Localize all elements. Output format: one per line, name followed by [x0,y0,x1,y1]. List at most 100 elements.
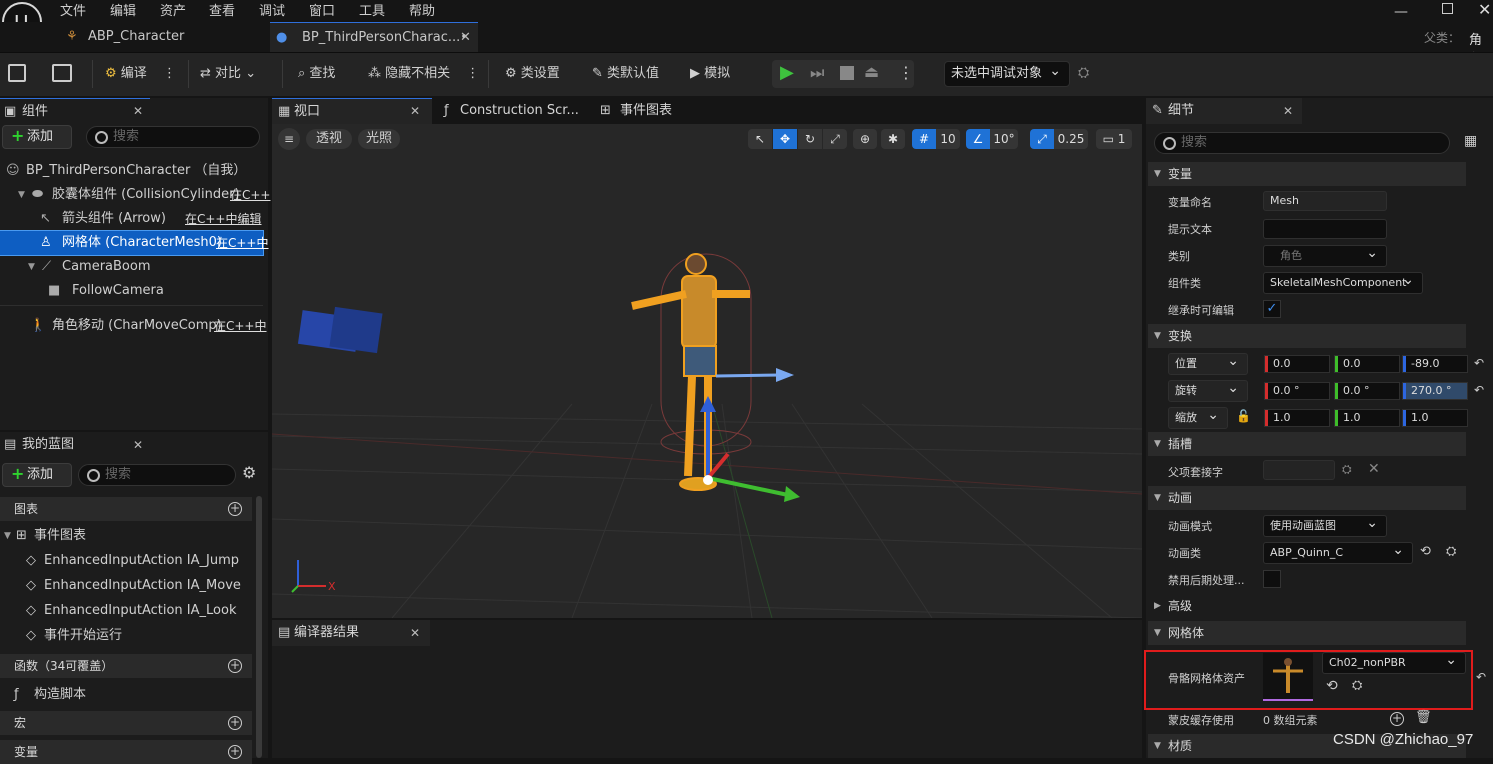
close-panel-icon[interactable]: ✕ [133,438,143,452]
close-panel-icon[interactable]: ✕ [1283,104,1293,118]
scale-y-input[interactable]: 1.0 [1334,409,1400,427]
simulate-button[interactable]: ▶ 模拟 [690,62,730,86]
reset-icon[interactable]: ↶ [1474,383,1484,397]
menu-tools[interactable]: 工具 [359,0,385,19]
angle-snap-icon[interactable]: ∠ [966,129,990,149]
trash-icon[interactable]: 🗑 [1415,710,1432,725]
camera-speed-button[interactable]: ▭ 1 [1096,129,1132,149]
step-icon[interactable]: ⏭ [810,63,824,83]
menu-view[interactable]: 查看 [209,0,235,19]
edit-in-cpp-link[interactable]: 在C++ [230,183,271,207]
editable-checkbox[interactable]: ✓ [1263,300,1281,318]
more-icon[interactable]: ⋮ [898,63,914,82]
details-search-input[interactable]: 搜索 [1154,132,1450,154]
edit-in-cpp-link[interactable]: 在C++中编辑 [185,207,262,231]
diff-button[interactable]: ⇄ 对比 ⌄ [200,62,256,86]
eject-icon[interactable]: ⏏ [864,62,879,81]
scale-snap-value[interactable]: 0.25 [1054,129,1088,149]
browse-socket-icon[interactable]: ⛭ [1342,462,1352,477]
class-defaults-button[interactable]: ✎ 类默认值 [592,62,659,86]
menu-window[interactable]: 窗口 [309,0,335,19]
event-item[interactable]: ◇ 事件开始运行 [0,624,122,648]
save-icon[interactable] [8,64,26,82]
event-graph-item[interactable]: ▼ ⊞ 事件图表 [0,524,86,548]
macros-section[interactable]: 宏 [0,711,252,735]
rotation-mode-select[interactable]: 旋转 [1168,378,1248,402]
close-tab-icon[interactable]: ✕ [410,626,420,640]
close-tab-icon[interactable]: ✕ [410,104,420,118]
tab-abp-character[interactable]: ⚘ ABP_Character [64,22,264,52]
add-variable-icon[interactable]: + [228,745,242,759]
grid-snap-value[interactable]: 10 [936,129,960,149]
find-button[interactable]: ⌕ 查找 [298,62,335,86]
compiler-results-tab[interactable]: ▤ 编译器结果 [272,620,430,646]
more-icon[interactable]: ⋮ [163,66,176,81]
browse-icon[interactable] [52,64,72,82]
select-icon[interactable]: ↖ [748,129,772,149]
components-tab[interactable]: ▣ 组件 [0,98,150,124]
more-icon[interactable]: ⋮ [466,66,479,81]
lock-icon[interactable]: 🔓 [1236,409,1251,423]
browse-icon[interactable]: ⛭ [1352,678,1362,693]
rotation-z-input[interactable]: 270.0 ° [1402,382,1468,400]
functions-section[interactable]: 函数（34可覆盖） [0,654,252,678]
variables-section[interactable]: 变量 [0,740,252,764]
stop-icon[interactable] [840,66,854,80]
details-tab[interactable]: ✎ 细节 [1146,98,1302,124]
angle-snap-value[interactable]: 10° [990,129,1018,149]
event-item[interactable]: ◇ EnhancedInputAction IA_Look [0,599,236,623]
tab-event-graph[interactable]: ⊞ 事件图表 [598,98,728,124]
menu-edit[interactable]: 编辑 [110,0,136,19]
reset-icon[interactable]: ↶ [1474,356,1484,370]
reset-icon[interactable]: ↶ [1476,670,1486,684]
location-z-input[interactable]: -89.0 [1402,355,1468,373]
surface-snap-icon[interactable]: ✱ [881,129,905,149]
location-y-input[interactable]: 0.0 [1334,355,1400,373]
settings-gear-icon[interactable]: ⚙ [242,463,256,482]
hide-unrelated-button[interactable]: ⁂ 隐藏不相关 ⋮ [368,62,479,86]
my-blueprint-tab[interactable]: ▤ 我的蓝图 [0,432,150,458]
component-class-select[interactable]: SkeletalMeshComponent [1263,270,1423,294]
scale-icon[interactable]: ⤢ [823,129,847,149]
event-item[interactable]: ◇ EnhancedInputAction IA_Move [0,574,241,598]
menu-help[interactable]: 帮助 [409,0,435,19]
close-panel-icon[interactable]: ✕ [133,104,143,118]
viewport-canvas[interactable]: X [272,124,1142,618]
viewport-menu-icon[interactable]: ≡ [278,128,300,150]
class-settings-button[interactable]: ⚙ 类设置 [505,62,560,86]
expand-icon[interactable]: ▼ [18,183,25,207]
section-variable[interactable]: 变量 [1148,162,1466,186]
menu-file[interactable]: 文件 [60,0,86,19]
rotate-icon[interactable]: ↻ [798,129,822,149]
section-mesh[interactable]: 网格体 [1148,621,1466,645]
add-function-icon[interactable]: + [228,659,242,673]
close-tab-icon[interactable]: ✕ [460,23,471,53]
mesh-thumbnail[interactable] [1263,653,1313,701]
scale-mode-select[interactable]: 缩放 [1168,405,1228,429]
tree-item-cameraboom[interactable]: ▼ ⟋ CameraBoom [0,255,263,279]
menu-asset[interactable]: 资产 [160,0,186,19]
tree-item-root[interactable]: ☺ BP_ThirdPersonCharacter （自我） [0,159,263,183]
tab-bp-thirdperson[interactable]: ● BP_ThirdPersonCharac...• ✕ [270,22,478,52]
add-button[interactable]: 添加 [2,463,72,487]
translate-icon[interactable]: ✥ [773,129,797,149]
components-search-input[interactable]: 搜索 [86,126,260,148]
section-advanced[interactable]: 高级 [1148,594,1466,618]
grid-snap-icon[interactable]: # [912,129,936,149]
tooltip-input[interactable] [1263,219,1387,239]
use-selected-icon[interactable]: ⟲ [1420,544,1431,559]
anim-class-select[interactable]: ABP_Quinn_C [1263,540,1413,564]
tree-item-charmove[interactable]: 🚶 角色移动 (CharMoveComp) 在C++中 [0,314,267,338]
perspective-button[interactable]: 透视 [306,129,352,149]
anim-mode-select[interactable]: 使用动画蓝图 [1263,513,1387,537]
section-sockets[interactable]: 插槽 [1148,432,1466,456]
debug-target-select[interactable]: 未选中调试对象 [944,59,1070,87]
scale-snap-icon[interactable]: ⤢ [1030,129,1054,149]
edit-in-cpp-link[interactable]: 在C++中 [214,314,267,338]
section-animation[interactable]: 动画 [1148,486,1466,510]
graphs-section[interactable]: 图表 [0,497,252,521]
edit-in-cpp-link[interactable]: 在C++中 [216,231,269,255]
debug-filter-icon[interactable]: ⛭ [1078,65,1089,81]
minimize-icon[interactable]: — [1394,4,1408,20]
maximize-icon[interactable] [1442,3,1453,14]
